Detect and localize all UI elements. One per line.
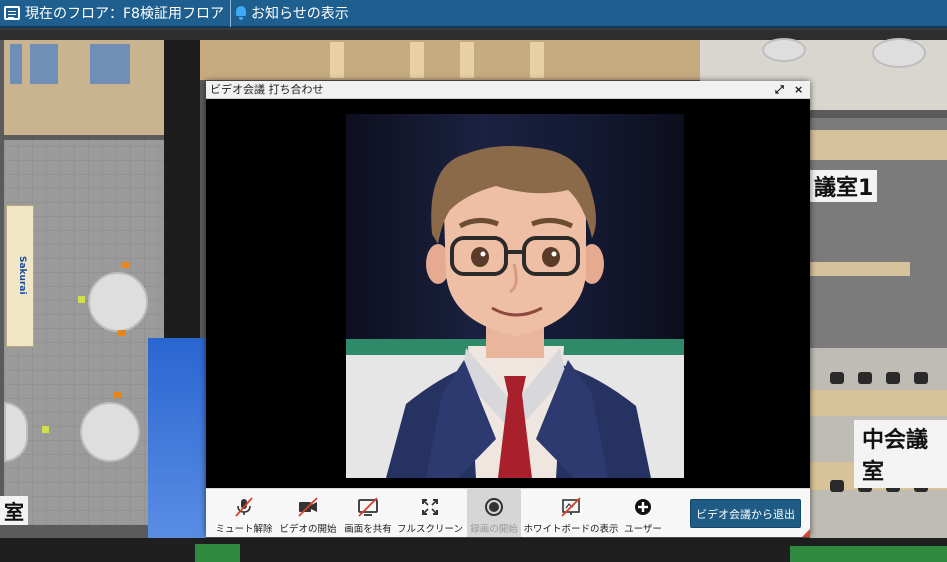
round-table [88,272,148,332]
room-floor [4,40,164,135]
video-toolbar: ミュート解除 ビデオの開始 画面を共有 フルスクリーン 録画の開始 ホワイトボー… [206,488,810,537]
chair [78,296,85,303]
chair [118,330,126,336]
chair [914,372,928,384]
participant-video [346,114,684,478]
wall [0,30,947,40]
leave-meeting-button[interactable]: ビデオ会議から退出 [690,499,801,528]
screen-share-off-icon [358,497,378,517]
plus-circle-icon [635,499,651,515]
start-recording-button[interactable]: 録画の開始 [467,489,521,537]
room-label-meeting-1: 議室1 [810,170,878,202]
desk [330,42,344,78]
fullscreen-button[interactable]: フルスクリーン [396,489,464,537]
window [30,44,58,84]
chair [114,392,122,398]
start-recording-label: 録画の開始 [470,524,518,535]
share-screen-label: 画面を共有 [344,524,392,535]
start-video-button[interactable]: ビデオの開始 [278,489,338,537]
dialog-title-bar[interactable]: ビデオ会議 打ち合わせ [206,81,810,99]
notice-label: お知らせの表示 [250,6,349,22]
floor-icon [4,6,20,20]
room-label-left: 室 [0,496,28,525]
desk [530,42,544,78]
start-video-label: ビデオの開始 [279,524,337,535]
unmute-button[interactable]: ミュート解除 [215,489,273,537]
sakurai-sign-text: Sakurai [17,256,27,295]
plant [195,544,240,562]
room-floor [908,130,947,160]
fullscreen-label: フルスクリーン [396,524,464,535]
chair [886,372,900,384]
chair [830,480,844,492]
avatar-image [346,146,684,478]
share-screen-button[interactable]: 画面を共有 [342,489,394,537]
record-icon [485,498,503,516]
video-off-icon [298,497,318,517]
table-strip [810,390,947,416]
room-floor [810,262,910,276]
chair [858,372,872,384]
unmute-label: ミュート解除 [215,524,273,535]
desk-area [200,40,700,80]
room-label-middle-meeting: 中会議室 [854,420,947,488]
top-bar: 現在のフロア：F8検証用フロア お知らせの表示 [0,0,947,28]
users-label: ユーザー [624,524,662,535]
round-table [80,402,140,462]
bell-icon [235,6,247,20]
desk [460,42,474,78]
current-floor-button[interactable]: 現在のフロア：F8検証用フロア [0,0,230,27]
chair [42,426,49,433]
dialog-title: ビデオ会議 打ち合わせ [210,83,324,96]
current-floor-label: 現在のフロア：F8検証用フロア [25,6,224,22]
video-conference-dialog: ビデオ会議 打ち合わせ ⤢ × ミュート解除 ビデオの開始 画面を共有 フルスク… [206,81,810,537]
sky-poster [148,338,206,538]
resize-handle[interactable] [802,529,810,537]
desk [410,42,424,78]
notice-button[interactable]: お知らせの表示 [229,0,355,27]
show-whiteboard-label: ホワイトボードの表示 [523,524,619,535]
room-floor [810,130,910,160]
expand-icon[interactable]: ⤢ [775,81,784,99]
window [90,44,130,84]
fullscreen-icon [422,499,438,515]
round-table [872,38,926,68]
mic-off-icon [235,497,253,517]
sakurai-sign: Sakurai [6,205,34,347]
plant [790,546,947,562]
round-table [762,38,806,62]
close-icon[interactable]: × [794,81,803,99]
users-button[interactable]: ユーザー [620,489,666,537]
window [10,44,22,84]
whiteboard-off-icon [561,497,581,517]
show-whiteboard-button[interactable]: ホワイトボードの表示 [523,489,619,537]
chair [122,262,130,268]
chair [830,372,844,384]
